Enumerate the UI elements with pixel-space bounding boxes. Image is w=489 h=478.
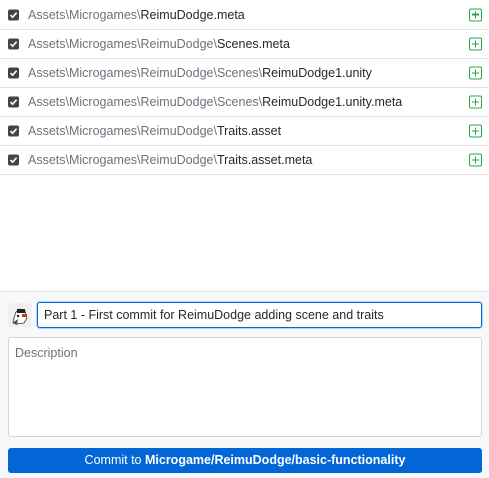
file-row[interactable]: Assets\Microgames\ReimuDodge\Traits.asse… (0, 117, 489, 146)
file-dir: Assets\Microgames\ (28, 7, 141, 22)
checkbox-icon[interactable] (8, 9, 19, 20)
file-added-icon (469, 66, 482, 80)
file-name: ReimuDodge1.unity (262, 66, 372, 80)
commit-button[interactable]: Commit to Microgame/ReimuDodge/basic-fun… (8, 448, 482, 473)
file-dir: Assets\Microgames\ReimuDodge\ (28, 153, 217, 167)
commit-button-prefix: Commit to (84, 453, 145, 467)
file-name: ReimuDodge1.unity.meta (262, 95, 403, 109)
file-name: Traits.asset (216, 124, 282, 138)
file-row[interactable]: Assets\Microgames\ReimuDodge.meta (0, 0, 489, 30)
changed-files-list: Assets\Microgames\ReimuDodge.meta Assets… (0, 0, 489, 175)
checkbox-icon[interactable] (8, 125, 19, 137)
file-added-icon (469, 153, 482, 167)
file-row[interactable]: Assets\Microgames\ReimuDodge\Scenes\Reim… (0, 59, 489, 88)
file-row[interactable]: Assets\Microgames\ReimuDodge\Traits.asse… (0, 146, 489, 175)
commit-description-input[interactable] (8, 337, 482, 437)
file-path: Assets\Microgames\ReimuDodge\Traits.asse… (28, 153, 312, 167)
checkbox-icon[interactable] (8, 38, 19, 50)
file-dir: Assets\Microgames\ReimuDodge\Scenes\ (28, 66, 263, 80)
checkbox-icon[interactable] (8, 154, 19, 166)
checkbox-icon[interactable] (8, 96, 19, 108)
file-path: Assets\Microgames\ReimuDodge\Traits.asse… (28, 124, 281, 138)
file-dir: Assets\Microgames\ReimuDodge\Scenes\ (28, 95, 263, 109)
file-path: Assets\Microgames\ReimuDodge\Scenes.meta (28, 37, 290, 51)
file-path: Assets\Microgames\ReimuDodge.meta (28, 8, 245, 22)
file-dir: Assets\Microgames\ReimuDodge\ (28, 37, 217, 51)
file-added-icon (469, 8, 482, 21)
file-added-icon (469, 37, 482, 51)
checkbox-icon[interactable] (8, 67, 19, 79)
user-avatar (8, 303, 32, 327)
file-name: ReimuDodge.meta (140, 7, 245, 22)
commit-summary-input[interactable] (37, 302, 482, 328)
file-row[interactable]: Assets\Microgames\ReimuDodge\Scenes\Reim… (0, 88, 489, 117)
file-path: Assets\Microgames\ReimuDodge\Scenes\Reim… (28, 95, 402, 109)
file-path: Assets\Microgames\ReimuDodge\Scenes\Reim… (28, 66, 372, 80)
file-name: Traits.asset.meta (216, 153, 313, 167)
file-dir: Assets\Microgames\ReimuDodge\ (28, 124, 217, 138)
file-name: Scenes.meta (216, 37, 290, 51)
file-added-icon (469, 95, 482, 109)
commit-branch-name: Microgame/ReimuDodge/basic-functionality (144, 453, 406, 467)
file-row[interactable]: Assets\Microgames\ReimuDodge\Scenes.meta (0, 30, 489, 59)
commit-panel: Commit to Microgame/ReimuDodge/basic-fun… (0, 291, 489, 478)
file-added-icon (469, 124, 482, 138)
